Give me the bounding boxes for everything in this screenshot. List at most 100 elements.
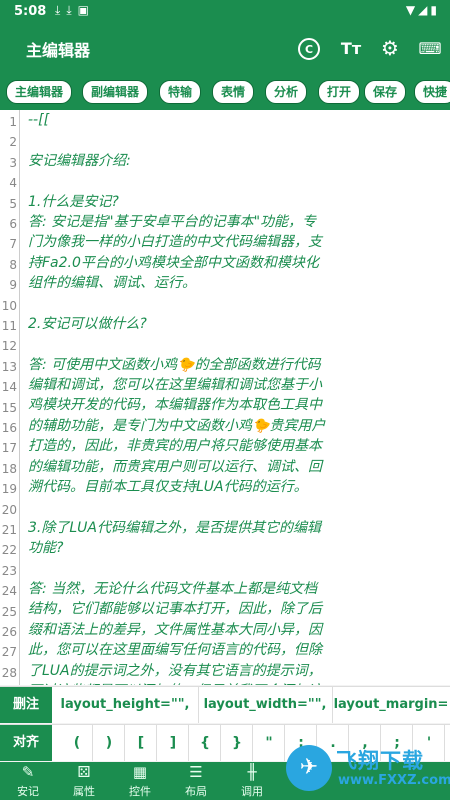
line-number: 27 <box>1 645 17 660</box>
nav-label: 控件 <box>129 785 151 798</box>
code-line[interactable]: 功能? <box>28 538 445 558</box>
code-line[interactable]: 了LUA的提示词之外，没有其它语言的提示词， <box>28 661 445 681</box>
dice-icon: ⚄ <box>77 763 91 781</box>
tab-strip: 主编辑器 副编辑器 特输 表情 分析 打开 保存 快捷 <box>0 72 450 110</box>
watermark-logo: ✈ 飞翔下载 www.FXXZ.com <box>286 745 450 800</box>
code-line[interactable]: 答: 当然，无论什么代码文件基本上都是纯文档 <box>28 579 445 599</box>
signal-icon: ◢ <box>418 3 431 17</box>
line-number: 18 <box>1 461 17 476</box>
line-number: 19 <box>1 482 17 497</box>
code-line[interactable]: 1.什么是安记? <box>28 192 445 212</box>
code-line[interactable]: --[[ <box>28 110 445 130</box>
align-button[interactable]: 对齐 <box>0 725 52 761</box>
line-number: 16 <box>1 421 17 435</box>
copyright-icon[interactable]: C <box>298 38 320 60</box>
code-line[interactable] <box>28 294 445 314</box>
line-number: 28 <box>1 665 17 680</box>
tune-icon: ╫ <box>247 763 257 781</box>
line-number: 3 <box>9 155 17 170</box>
code-line[interactable]: 3.除了LUA代码编辑之外，是否提供其它的编辑 <box>28 518 445 538</box>
watermark-title: 飞翔下载 <box>336 749 424 773</box>
pencil-icon: ✎ <box>21 763 35 781</box>
tab-open[interactable]: 打开 <box>318 80 361 104</box>
download-icon: ⤓ <box>55 3 67 17</box>
code-line[interactable]: 答: 可使用中文函数小鸡🐤的全部函数进行代码 <box>28 355 445 375</box>
tab-shortcut[interactable]: 快捷 <box>414 80 450 104</box>
symbol-brace-open[interactable]: { <box>190 725 221 761</box>
nav-label: 调用 <box>241 785 263 798</box>
line-number: 23 <box>1 563 17 578</box>
line-number: 6 <box>9 217 17 231</box>
code-line[interactable]: 鸡模块开发的代码，本编辑器作为本取色工具中 <box>28 395 445 415</box>
code-line[interactable]: 编辑和调试，您可以在这里编辑和调试您基于小 <box>28 375 445 395</box>
code-line[interactable]: 溯代码。目前本工具仅支持LUA代码的运行。 <box>28 477 445 497</box>
code-line[interactable]: 组件的编辑、调试、运行。 <box>28 273 445 293</box>
code-line[interactable]: 持Fa2.0平台的小鸡模块全部中文函数和模块化 <box>28 253 445 273</box>
nav-invoke[interactable]: ╫ 调用 <box>224 762 280 800</box>
symbol-quote[interactable]: " <box>254 725 285 761</box>
code-line[interactable]: 缀和语法上的差异，文件属性基本大同小异，因 <box>28 620 445 640</box>
nav-layout[interactable]: ☰ 布局 <box>168 762 224 800</box>
symbol-bracket-open[interactable]: [ <box>126 725 157 761</box>
snippet-layout-margin[interactable]: layout_margin= <box>332 687 450 723</box>
code-line[interactable] <box>28 497 445 517</box>
symbol-paren-close[interactable]: ) <box>94 725 125 761</box>
nav-label: 属性 <box>73 785 95 798</box>
symbol-bracket-close[interactable]: ] <box>158 725 189 761</box>
watermark-url: www.FXXZ.com <box>338 773 450 788</box>
keyboard-icon[interactable]: ⌨ <box>418 36 442 60</box>
nav-label: 安记 <box>17 785 39 798</box>
code-line[interactable] <box>28 171 445 191</box>
code-line[interactable]: 打造的，因此，非贵宾的用户将只能够使用基本 <box>28 436 445 456</box>
settings-icon[interactable]: ⚙ <box>378 36 402 60</box>
symbol-paren-open[interactable]: ( <box>62 725 93 761</box>
code-text[interactable]: --[[ 安记编辑器介绍: 1.什么是安记? 答: 安记是指"基于安卓平台的记事本"功… <box>28 110 445 685</box>
line-number: 4 <box>9 176 17 191</box>
snippet-bar: 删注 layout_height="", layout_width="", la… <box>0 686 450 723</box>
code-line[interactable] <box>28 130 445 150</box>
line-number: 21 <box>1 523 17 537</box>
line-number: 8 <box>9 257 17 272</box>
system-icons: ▼◢▮ <box>406 3 440 17</box>
snippet-layout-height[interactable]: layout_height="", <box>52 687 199 723</box>
nav-properties[interactable]: ⚄ 属性 <box>56 762 112 800</box>
code-line[interactable]: 结构，它们都能够以记事本打开，因此，除了后 <box>28 599 445 619</box>
nav-anji[interactable]: ✎ 安记 <box>0 762 56 800</box>
status-bar: 5:08 ⤓⤓▣ ▼◢▮ <box>0 0 450 24</box>
code-line[interactable]: 的辅助功能，是专门为中文函数小鸡🐤贵宾用户 <box>28 416 445 436</box>
watermark-circle-icon: ✈ <box>286 745 332 791</box>
snippet-layout-width[interactable]: layout_width="", <box>198 687 333 723</box>
code-line[interactable]: 不过这些都是可以添加的，但目前我不会添加这 <box>28 681 445 685</box>
nav-widgets[interactable]: ▦ 控件 <box>112 762 168 800</box>
line-number: 7 <box>9 237 17 252</box>
code-line[interactable]: 此，您可以在这里面编写任何语言的代码，但除 <box>28 640 445 660</box>
notification-icons: ⤓⤓▣ <box>55 3 95 18</box>
tab-analyze[interactable]: 分析 <box>265 80 308 104</box>
code-line[interactable]: 的编辑功能，而贵宾用户则可以运行、调试、回 <box>28 457 445 477</box>
text-size-icon[interactable]: Tт <box>339 36 363 60</box>
code-line[interactable]: 安记编辑器介绍: <box>28 151 445 171</box>
symbol-brace-close[interactable]: } <box>222 725 253 761</box>
code-editor[interactable]: 1 2 3 4 5 6 7 8 9 10 11 12 13 14 15 16 17 18 19 20 21 22 23 24 2… <box>0 110 450 685</box>
line-number: 29 <box>0 683 17 685</box>
line-number: 10 <box>1 298 17 313</box>
code-line[interactable]: 答: 安记是指"基于安卓平台的记事本"功能，专 <box>28 212 445 232</box>
delete-note-button[interactable]: 删注 <box>0 687 52 723</box>
wifi-icon: ▼ <box>405 3 419 17</box>
line-number: 22 <box>1 543 17 558</box>
line-number: 13 <box>1 359 17 374</box>
tab-save[interactable]: 保存 <box>364 80 407 104</box>
code-line[interactable] <box>28 559 445 579</box>
line-number: 1 <box>9 115 17 129</box>
download-icon: ⤓ <box>66 3 78 17</box>
line-number: 20 <box>1 502 17 517</box>
code-line[interactable] <box>28 334 445 354</box>
tab-emoji[interactable]: 表情 <box>212 80 255 104</box>
line-number: 14 <box>1 380 17 395</box>
code-line[interactable]: 门为像我一样的小白打造的中文代码编辑器，支 <box>28 232 445 252</box>
tab-special[interactable]: 特输 <box>159 80 202 104</box>
tab-sub-editor[interactable]: 副编辑器 <box>82 80 149 104</box>
code-line[interactable]: 2.安记可以做什么? <box>28 314 445 334</box>
line-number: 15 <box>1 400 17 415</box>
tab-main-editor[interactable]: 主编辑器 <box>6 80 73 104</box>
